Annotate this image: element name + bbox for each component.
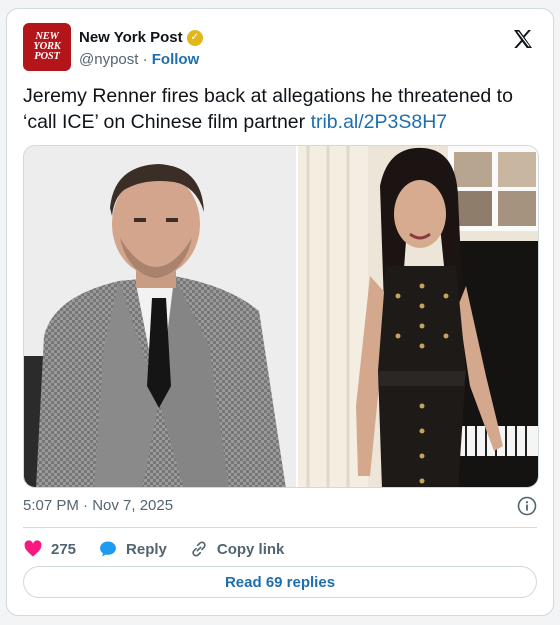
logo-line-3: POST — [34, 50, 60, 62]
account-name[interactable]: New York Post — [79, 29, 183, 46]
photo-jeremy-renner[interactable] — [24, 146, 296, 487]
like-button[interactable]: 275 — [23, 539, 76, 559]
handle-row: @nypost · Follow — [79, 51, 199, 68]
verified-badge-icon: ✓ — [186, 29, 203, 46]
woman-portrait-image — [298, 146, 538, 487]
action-bar: 275 Reply Copy link — [23, 535, 306, 563]
read-replies-button[interactable]: Read 69 replies — [23, 566, 537, 598]
x-logo-icon[interactable] — [511, 27, 535, 51]
tweet-timestamp[interactable]: 5:07 PM · Nov 7, 2025 — [23, 497, 173, 514]
tweet-text: Jeremy Renner fires back at allegations … — [23, 83, 539, 135]
name-row: New York Post ✓ — [79, 29, 203, 46]
follow-button[interactable]: Follow — [152, 51, 200, 68]
copy-link-label: Copy link — [216, 540, 285, 558]
handle-separator: · — [142, 51, 148, 68]
divider — [23, 527, 537, 528]
tweet-header: NEW YORK POST New York Post ✓ @nypost · … — [23, 23, 537, 75]
account-handle[interactable]: @nypost — [79, 51, 138, 68]
tweet-media[interactable] — [23, 145, 539, 488]
reply-label: Reply — [126, 540, 167, 558]
link-icon — [192, 541, 206, 557]
like-count: 275 — [51, 540, 77, 558]
tweet-card: NEW YORK POST New York Post ✓ @nypost · … — [6, 8, 554, 616]
tweet-link[interactable]: trib.al/2P3S8H7 — [311, 111, 448, 133]
reply-button[interactable]: Reply — [98, 539, 167, 559]
info-icon[interactable] — [517, 496, 537, 516]
heart-icon — [24, 540, 42, 557]
nypost-avatar[interactable]: NEW YORK POST — [23, 23, 71, 71]
reply-bubble-icon — [100, 541, 116, 557]
copy-link-button[interactable]: Copy link — [189, 539, 285, 559]
man-portrait-image — [24, 146, 296, 487]
photo-woman[interactable] — [296, 146, 538, 487]
